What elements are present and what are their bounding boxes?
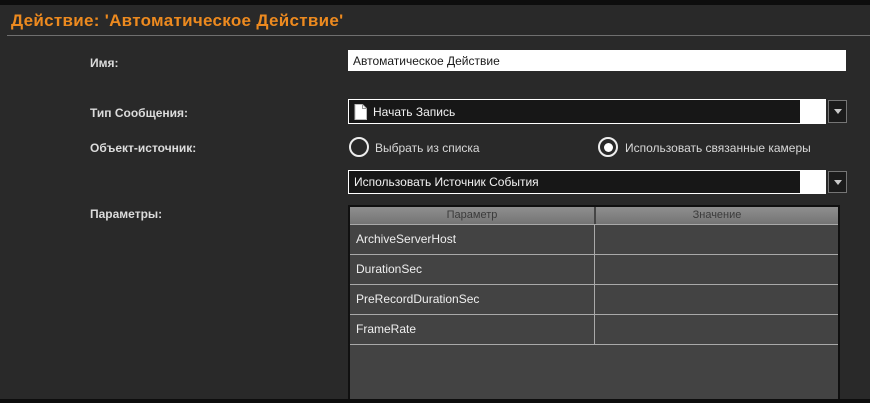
radio-select-from-list[interactable] [349,137,369,157]
page-title: Действие: 'Автоматическое Действие' [11,11,343,31]
column-header-value[interactable]: Значение [596,207,838,224]
document-icon [354,104,367,120]
top-border [0,0,870,5]
parameter-value-cell[interactable] [595,315,838,344]
source-mode-selected-item: Использовать Источник События [349,171,800,193]
table-row[interactable]: PreRecordDurationSec [350,285,838,315]
parameter-name-cell[interactable]: PreRecordDurationSec [350,285,595,314]
message-type-select[interactable]: Начать Запись [348,99,826,124]
name-label: Имя: [90,56,119,70]
source-object-label: Объект-источник: [90,141,196,155]
chevron-down-icon [834,180,842,185]
parameter-value-cell[interactable] [595,255,838,284]
source-mode-value: Использовать Источник События [354,175,539,189]
parameter-name-cell[interactable]: ArchiveServerHost [350,225,595,254]
column-header-parameter[interactable]: Параметр [350,207,596,224]
table-row[interactable]: DurationSec [350,255,838,285]
message-type-selected-item: Начать Запись [349,100,800,123]
parameters-table-body: ArchiveServerHost DurationSec PreRecordD… [350,224,838,345]
table-row[interactable]: FrameRate [350,315,838,345]
source-mode-select[interactable]: Использовать Источник События [348,170,826,194]
bottom-border [0,399,870,403]
parameters-table: Параметр Значение ArchiveServerHost Dura… [348,205,840,401]
message-type-label: Тип Сообщения: [90,106,188,120]
title-divider [7,35,870,36]
parameter-name-cell[interactable]: FrameRate [350,315,595,344]
parameter-value-cell[interactable] [595,285,838,314]
parameters-label: Параметры: [90,207,162,221]
chevron-down-icon [834,109,842,114]
radio-select-from-list-label: Выбрать из списка [375,141,480,155]
parameters-table-header: Параметр Значение [350,207,838,224]
parameter-value-cell[interactable] [595,225,838,254]
radio-use-linked-cameras[interactable] [598,137,618,157]
source-mode-dropdown-button[interactable] [828,171,847,193]
message-type-dropdown-button[interactable] [828,100,847,123]
action-editor-panel: Действие: 'Автоматическое Действие' Имя:… [0,0,870,403]
message-type-value: Начать Запись [373,105,455,119]
table-row[interactable]: ArchiveServerHost [350,225,838,255]
radio-use-linked-cameras-label: Использовать связанные камеры [625,141,811,155]
name-input[interactable] [348,50,846,71]
parameter-name-cell[interactable]: DurationSec [350,255,595,284]
